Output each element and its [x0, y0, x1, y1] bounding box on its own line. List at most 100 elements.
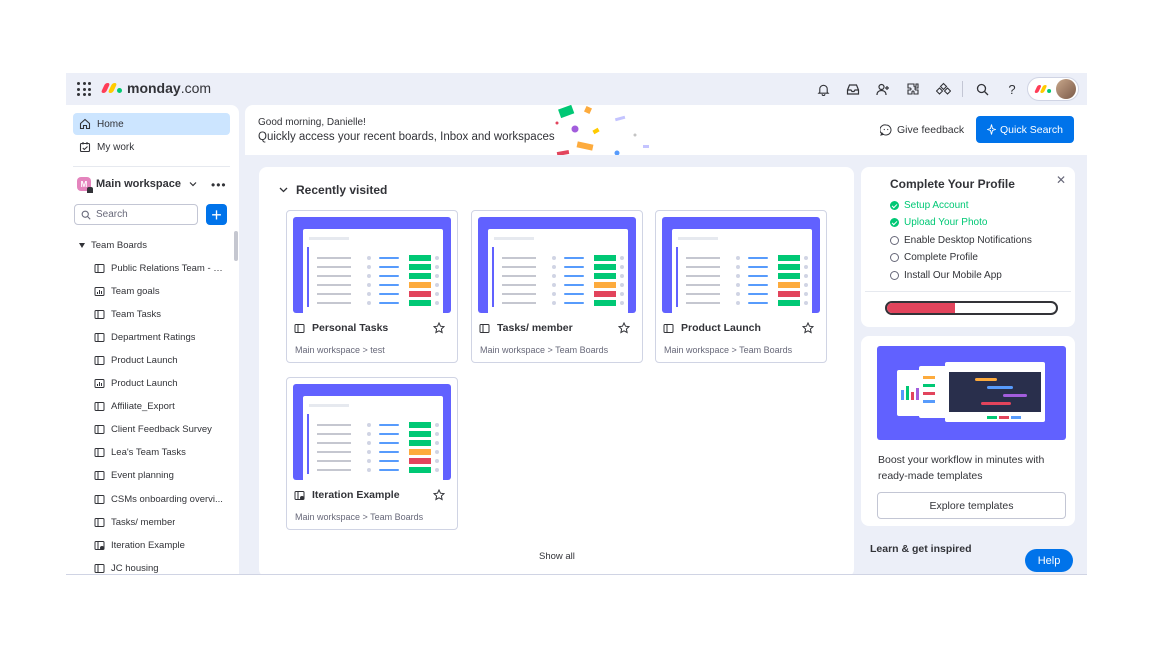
inbox-icon[interactable]	[838, 77, 868, 101]
bell-icon[interactable]	[808, 77, 838, 101]
sidebar-board-label: Client Feedback Survey	[111, 424, 212, 436]
help-icon[interactable]: ?	[997, 77, 1027, 101]
search-input[interactable]: Search	[74, 204, 198, 225]
profile-step[interactable]: Install Our Mobile App	[890, 270, 1002, 281]
profile-title: Complete Your Profile	[890, 177, 1015, 191]
divider	[865, 291, 1071, 292]
divider	[962, 81, 963, 97]
sidebar-board-label: Product Launch	[111, 378, 178, 389]
sidebar-scrollbar[interactable]	[234, 231, 238, 261]
sidebar-item-home[interactable]: Home	[73, 113, 230, 135]
sidebar-board-item[interactable]: Product Launch	[94, 350, 228, 370]
profile-step-label: Enable Desktop Notifications	[904, 234, 1032, 246]
sidebar-board-label: JC housing	[111, 562, 159, 574]
sidebar-board-item[interactable]: JC housing	[94, 558, 228, 574]
chevron-down-icon	[279, 187, 288, 193]
sidebar-board-item[interactable]: CSMs onboarding overvi...	[94, 489, 228, 509]
sidebar-board-label: CSMs onboarding overvi...	[111, 493, 223, 505]
empty-circle-icon	[890, 270, 899, 280]
board-icon	[94, 517, 105, 528]
search-icon[interactable]	[967, 77, 997, 101]
recent-board-card[interactable]: Personal Tasks Main workspace > test	[286, 210, 458, 363]
monday-logo[interactable]: monday.com	[100, 80, 212, 96]
card-title: Personal Tasks	[294, 322, 388, 334]
section-title: Recently visited	[296, 183, 388, 197]
star-icon[interactable]	[432, 488, 446, 506]
sidebar-board-label: Product Launch	[111, 354, 178, 366]
profile-step-label: Install Our Mobile App	[904, 269, 1002, 281]
profile-step[interactable]: Upload Your Photo	[890, 217, 987, 228]
invite-icon[interactable]	[868, 77, 898, 101]
card-title: Tasks/ member	[479, 322, 573, 334]
recent-board-card[interactable]: Iteration Example Main workspace > Team B…	[286, 377, 458, 530]
sidebar-board-item[interactable]: Team goals	[94, 281, 228, 301]
check-circle-icon	[890, 201, 899, 210]
apps-icon[interactable]	[898, 77, 928, 101]
sidebar-board-item[interactable]: Affiliate_Export	[94, 397, 228, 417]
card-title: Iteration Example	[294, 489, 400, 501]
apps-grid-icon[interactable]	[77, 82, 91, 96]
sidebar-board-item[interactable]: Tasks/ member	[94, 512, 228, 532]
star-icon[interactable]	[432, 321, 446, 339]
profile-progress-bar	[885, 301, 1058, 315]
folder-team-boards[interactable]: Team Boards	[79, 240, 147, 251]
top-bar: monday.com ?	[66, 73, 1087, 105]
board-thumbnail	[478, 217, 636, 313]
account-menu[interactable]	[1027, 77, 1079, 101]
close-icon[interactable]: ✕	[1056, 173, 1066, 187]
empty-circle-icon	[890, 253, 899, 263]
card-path: Main workspace > Team Boards	[295, 512, 424, 522]
sidebar-board-item[interactable]: Team Tasks	[94, 304, 228, 324]
integrations-icon[interactable]	[928, 77, 958, 101]
profile-step[interactable]: Setup Account	[890, 200, 969, 211]
card-path: Main workspace > Team Boards	[664, 345, 793, 355]
board-thumbnail	[662, 217, 820, 313]
board-icon	[94, 470, 105, 481]
complete-profile-card: Complete Your Profile ✕ Setup Account Upl…	[861, 167, 1075, 327]
star-icon[interactable]	[617, 321, 631, 339]
templates-text: Boost your workflow in minutes with read…	[878, 454, 1045, 482]
card-title-text: Iteration Example	[312, 489, 400, 501]
sparkle-icon	[986, 124, 996, 135]
card-title-text: Product Launch	[681, 322, 761, 334]
sidebar-board-item[interactable]: Lea's Team Tasks	[94, 443, 228, 463]
sidebar-board-item[interactable]: Product Launch	[94, 374, 228, 394]
main-panel: Recently visited Personal Tasks Main work…	[259, 167, 854, 574]
sidebar-board-item[interactable]: Client Feedback Survey	[94, 420, 228, 440]
sidebar-board-label: Event planning	[111, 470, 174, 482]
sidebar-board-label: Tasks/ member	[111, 516, 176, 528]
quick-search-button[interactable]: Quick Search	[976, 116, 1074, 143]
board-icon	[94, 309, 105, 320]
profile-step[interactable]: Complete Profile	[890, 252, 978, 263]
card-title: Product Launch	[663, 322, 761, 334]
recent-board-card[interactable]: Product Launch Main workspace > Team Boar…	[655, 210, 827, 363]
recent-board-card[interactable]: Tasks/ member Main workspace > Team Board…	[471, 210, 643, 363]
help-button[interactable]: Help	[1025, 549, 1073, 572]
recently-visited-header[interactable]: Recently visited	[279, 183, 387, 197]
star-icon[interactable]	[801, 321, 815, 339]
sidebar-board-label: Team goals	[111, 285, 160, 297]
board-icon	[94, 494, 105, 505]
more-options-icon[interactable]: •••	[211, 178, 227, 192]
sidebar-board-item[interactable]: Event planning	[94, 466, 228, 486]
sidebar-board-item[interactable]: Public Relations Team - R...	[94, 258, 228, 278]
sidebar: Home My work M Main workspace ••• Search…	[66, 105, 239, 574]
sidebar-item-my-work[interactable]: My work	[73, 136, 230, 158]
templates-card: Boost your workflow in minutes with read…	[861, 336, 1075, 526]
logo-text: monday.com	[127, 80, 212, 96]
profile-step[interactable]: Enable Desktop Notifications	[890, 235, 1032, 246]
sidebar-board-label: Department Ratings	[111, 331, 196, 343]
feedback-icon	[880, 124, 892, 136]
give-feedback-button[interactable]: Give feedback	[880, 124, 964, 136]
account-logo-icon	[1034, 85, 1052, 93]
explore-templates-button[interactable]: Explore templates	[877, 492, 1066, 519]
sidebar-board-item[interactable]: Department Ratings	[94, 327, 228, 347]
sidebar-board-item[interactable]: Iteration Example	[94, 535, 228, 555]
workspace-selector[interactable]: M Main workspace	[77, 177, 197, 193]
sidebar-board-label: Iteration Example	[111, 539, 185, 551]
avatar[interactable]	[1056, 79, 1076, 99]
show-all-link[interactable]: Show all	[539, 551, 575, 562]
sidebar-board-label: Affiliate_Export	[111, 401, 175, 413]
add-item-button[interactable]: +	[206, 204, 227, 225]
profile-step-label: Upload Your Photo	[904, 217, 988, 229]
